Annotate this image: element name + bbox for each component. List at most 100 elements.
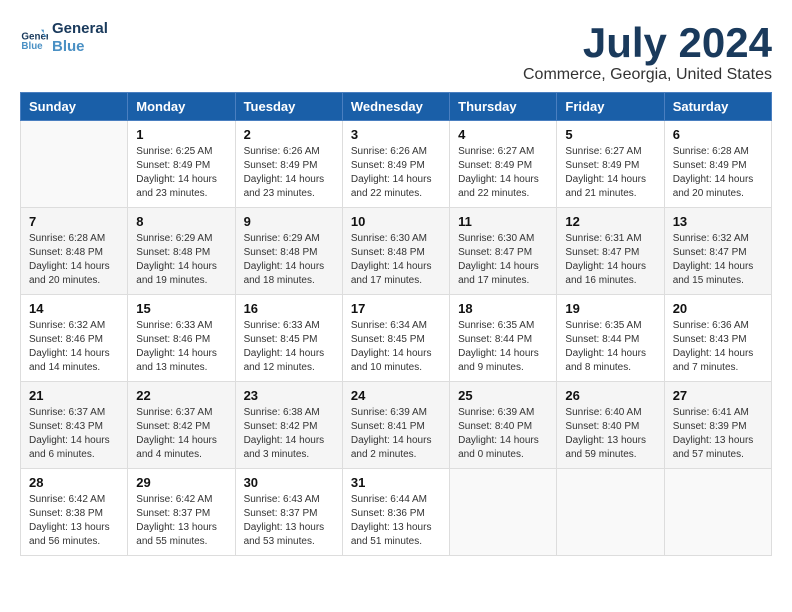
header: General Blue General Blue July 2024 Comm…: [20, 20, 772, 84]
weekday-header: Wednesday: [342, 93, 449, 121]
day-info: Sunrise: 6:36 AM Sunset: 8:43 PM Dayligh…: [673, 319, 763, 375]
calendar-cell: 24 Sunrise: 6:39 AM Sunset: 8:41 PM Dayli…: [342, 382, 449, 469]
calendar-cell: 30 Sunrise: 6:43 AM Sunset: 8:37 PM Dayli…: [235, 469, 342, 556]
day-number: 25: [458, 388, 548, 403]
day-info: Sunrise: 6:42 AM Sunset: 8:38 PM Dayligh…: [29, 493, 119, 549]
day-info: Sunrise: 6:37 AM Sunset: 8:43 PM Dayligh…: [29, 406, 119, 462]
weekday-header: Monday: [128, 93, 235, 121]
day-info: Sunrise: 6:40 AM Sunset: 8:40 PM Dayligh…: [565, 406, 655, 462]
day-info: Sunrise: 6:39 AM Sunset: 8:40 PM Dayligh…: [458, 406, 548, 462]
day-info: Sunrise: 6:42 AM Sunset: 8:37 PM Dayligh…: [136, 493, 226, 549]
day-number: 18: [458, 301, 548, 316]
weekday-header: Tuesday: [235, 93, 342, 121]
calendar-week-row: 21 Sunrise: 6:37 AM Sunset: 8:43 PM Dayli…: [21, 382, 772, 469]
calendar-cell: 19Sunrise: 6:35 AM Sunset: 8:44 PM Dayli…: [557, 295, 664, 382]
calendar-cell: 13 Sunrise: 6:32 AM Sunset: 8:47 PM Dayli…: [664, 208, 771, 295]
day-number: 21: [29, 388, 119, 403]
day-info: Sunrise: 6:39 AM Sunset: 8:41 PM Dayligh…: [351, 406, 441, 462]
day-number: 27: [673, 388, 763, 403]
calendar-cell: [450, 469, 557, 556]
day-info: Sunrise: 6:30 AM Sunset: 8:48 PM Dayligh…: [351, 232, 441, 288]
calendar-cell: 20 Sunrise: 6:36 AM Sunset: 8:43 PM Dayli…: [664, 295, 771, 382]
day-number: 11: [458, 214, 548, 229]
calendar-cell: 22Sunrise: 6:37 AM Sunset: 8:42 PM Dayli…: [128, 382, 235, 469]
location-title: Commerce, Georgia, United States: [523, 66, 772, 84]
day-info: Sunrise: 6:33 AM Sunset: 8:45 PM Dayligh…: [244, 319, 334, 375]
header-row: SundayMondayTuesdayWednesdayThursdayFrid…: [21, 93, 772, 121]
day-info: Sunrise: 6:26 AM Sunset: 8:49 PM Dayligh…: [351, 145, 441, 201]
calendar-cell: 11 Sunrise: 6:30 AM Sunset: 8:47 PM Dayli…: [450, 208, 557, 295]
logo-blue: Blue: [52, 38, 108, 56]
day-number: 20: [673, 301, 763, 316]
day-number: 14: [29, 301, 119, 316]
day-number: 28: [29, 475, 119, 490]
day-number: 5: [565, 127, 655, 142]
day-number: 30: [244, 475, 334, 490]
day-number: 3: [351, 127, 441, 142]
calendar-cell: 26 Sunrise: 6:40 AM Sunset: 8:40 PM Dayli…: [557, 382, 664, 469]
day-info: Sunrise: 6:37 AM Sunset: 8:42 PM Dayligh…: [136, 406, 226, 462]
calendar-cell: 25 Sunrise: 6:39 AM Sunset: 8:40 PM Dayli…: [450, 382, 557, 469]
day-number: 16: [244, 301, 334, 316]
day-info: Sunrise: 6:27 AM Sunset: 8:49 PM Dayligh…: [458, 145, 548, 201]
day-number: 10: [351, 214, 441, 229]
calendar-cell: [557, 469, 664, 556]
svg-text:Blue: Blue: [21, 41, 43, 52]
day-info: Sunrise: 6:30 AM Sunset: 8:47 PM Dayligh…: [458, 232, 548, 288]
day-info: Sunrise: 6:31 AM Sunset: 8:47 PM Dayligh…: [565, 232, 655, 288]
day-info: Sunrise: 6:29 AM Sunset: 8:48 PM Dayligh…: [244, 232, 334, 288]
calendar-week-row: 7Sunrise: 6:28 AM Sunset: 8:48 PM Daylig…: [21, 208, 772, 295]
calendar-week-row: 14 Sunrise: 6:32 AM Sunset: 8:46 PM Dayli…: [21, 295, 772, 382]
day-number: 8: [136, 214, 226, 229]
day-number: 24: [351, 388, 441, 403]
weekday-header: Sunday: [21, 93, 128, 121]
day-info: Sunrise: 6:32 AM Sunset: 8:47 PM Dayligh…: [673, 232, 763, 288]
weekday-header: Friday: [557, 93, 664, 121]
calendar-cell: 2 Sunrise: 6:26 AM Sunset: 8:49 PM Daylig…: [235, 121, 342, 208]
day-number: 26: [565, 388, 655, 403]
logo-icon: General Blue: [20, 24, 48, 52]
weekday-header: Saturday: [664, 93, 771, 121]
day-number: 9: [244, 214, 334, 229]
calendar-cell: 9 Sunrise: 6:29 AM Sunset: 8:48 PM Daylig…: [235, 208, 342, 295]
title-area: July 2024 Commerce, Georgia, United Stat…: [523, 20, 772, 84]
calendar-header: SundayMondayTuesdayWednesdayThursdayFrid…: [21, 93, 772, 121]
weekday-header: Thursday: [450, 93, 557, 121]
calendar-cell: 5 Sunrise: 6:27 AM Sunset: 8:49 PM Daylig…: [557, 121, 664, 208]
day-number: 4: [458, 127, 548, 142]
calendar-cell: [21, 121, 128, 208]
day-info: Sunrise: 6:27 AM Sunset: 8:49 PM Dayligh…: [565, 145, 655, 201]
day-info: Sunrise: 6:34 AM Sunset: 8:45 PM Dayligh…: [351, 319, 441, 375]
day-number: 19: [565, 301, 655, 316]
calendar-cell: 29Sunrise: 6:42 AM Sunset: 8:37 PM Dayli…: [128, 469, 235, 556]
day-number: 13: [673, 214, 763, 229]
day-info: Sunrise: 6:33 AM Sunset: 8:46 PM Dayligh…: [136, 319, 226, 375]
calendar-table: SundayMondayTuesdayWednesdayThursdayFrid…: [20, 92, 772, 556]
calendar-body: 1Sunrise: 6:25 AM Sunset: 8:49 PM Daylig…: [21, 121, 772, 556]
day-number: 2: [244, 127, 334, 142]
calendar-cell: 8Sunrise: 6:29 AM Sunset: 8:48 PM Daylig…: [128, 208, 235, 295]
logo: General Blue General Blue: [20, 20, 108, 56]
calendar-cell: 4 Sunrise: 6:27 AM Sunset: 8:49 PM Daylig…: [450, 121, 557, 208]
day-number: 17: [351, 301, 441, 316]
day-info: Sunrise: 6:35 AM Sunset: 8:44 PM Dayligh…: [458, 319, 548, 375]
calendar-cell: 23Sunrise: 6:38 AM Sunset: 8:42 PM Dayli…: [235, 382, 342, 469]
day-number: 1: [136, 127, 226, 142]
calendar-cell: 15Sunrise: 6:33 AM Sunset: 8:46 PM Dayli…: [128, 295, 235, 382]
calendar-cell: 6Sunrise: 6:28 AM Sunset: 8:49 PM Daylig…: [664, 121, 771, 208]
calendar-cell: 12 Sunrise: 6:31 AM Sunset: 8:47 PM Dayli…: [557, 208, 664, 295]
day-number: 7: [29, 214, 119, 229]
day-info: Sunrise: 6:28 AM Sunset: 8:49 PM Dayligh…: [673, 145, 763, 201]
day-info: Sunrise: 6:32 AM Sunset: 8:46 PM Dayligh…: [29, 319, 119, 375]
day-number: 12: [565, 214, 655, 229]
day-number: 23: [244, 388, 334, 403]
calendar-cell: 3 Sunrise: 6:26 AM Sunset: 8:49 PM Daylig…: [342, 121, 449, 208]
month-title: July 2024: [523, 20, 772, 66]
day-info: Sunrise: 6:44 AM Sunset: 8:36 PM Dayligh…: [351, 493, 441, 549]
calendar-week-row: 28 Sunrise: 6:42 AM Sunset: 8:38 PM Dayli…: [21, 469, 772, 556]
day-info: Sunrise: 6:43 AM Sunset: 8:37 PM Dayligh…: [244, 493, 334, 549]
day-info: Sunrise: 6:41 AM Sunset: 8:39 PM Dayligh…: [673, 406, 763, 462]
calendar-cell: 28 Sunrise: 6:42 AM Sunset: 8:38 PM Dayli…: [21, 469, 128, 556]
calendar-cell: 7Sunrise: 6:28 AM Sunset: 8:48 PM Daylig…: [21, 208, 128, 295]
day-info: Sunrise: 6:26 AM Sunset: 8:49 PM Dayligh…: [244, 145, 334, 201]
